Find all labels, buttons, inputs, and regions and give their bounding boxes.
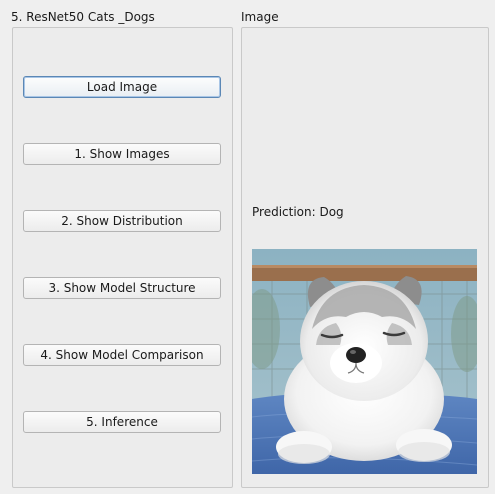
- prediction-label: Prediction: Dog: [252, 205, 344, 219]
- load-image-button[interactable]: Load Image: [23, 76, 221, 98]
- left-group-title: 5. ResNet50 Cats _Dogs: [11, 10, 155, 24]
- puppy-photo: [252, 249, 477, 474]
- show-distribution-button[interactable]: 2. Show Distribution: [23, 210, 221, 232]
- loaded-image: [252, 249, 477, 474]
- right-group-title: Image: [241, 10, 279, 24]
- show-model-structure-button[interactable]: 3. Show Model Structure: [23, 277, 221, 299]
- show-model-comparison-button[interactable]: 4. Show Model Comparison: [23, 344, 221, 366]
- inference-button[interactable]: 5. Inference: [23, 411, 221, 433]
- show-images-button[interactable]: 1. Show Images: [23, 143, 221, 165]
